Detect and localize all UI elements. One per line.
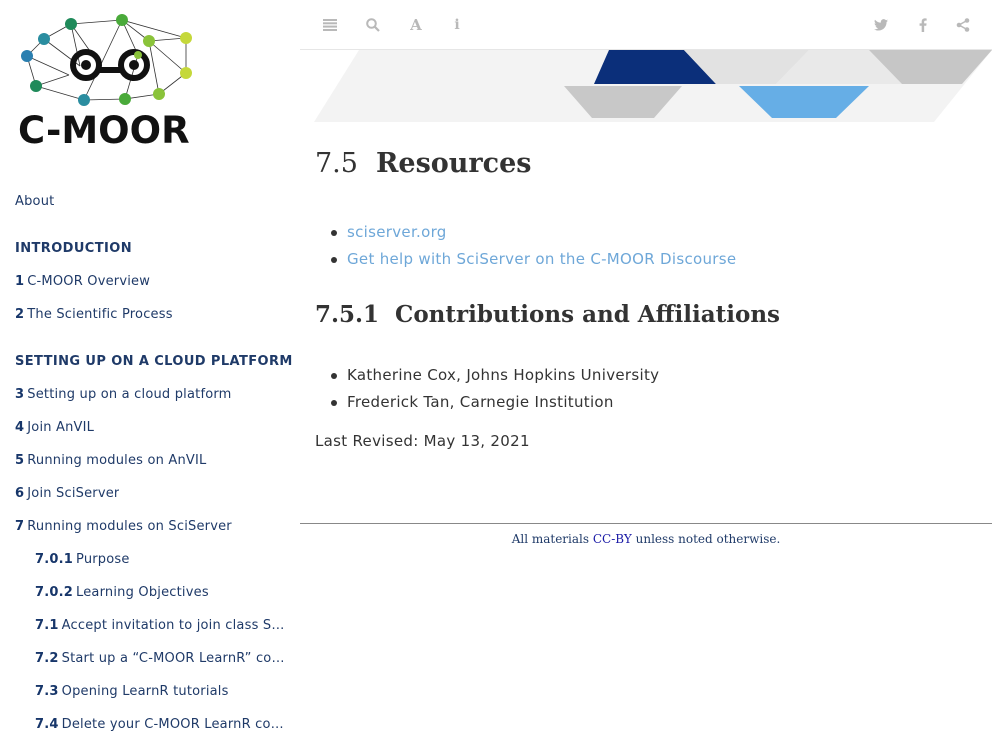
sidebar-item-number: 5 bbox=[15, 453, 25, 468]
sidebar-item-scientific-process[interactable]: 2 The Scientific Process bbox=[15, 307, 173, 322]
sciserver-link[interactable]: sciserver.org bbox=[347, 223, 447, 241]
sidebar-item-join-sciserver[interactable]: 6 Join SciServer bbox=[15, 486, 119, 501]
sidebar-item-setting-up[interactable]: 3 Setting up on a cloud platform bbox=[15, 387, 232, 402]
sidebar-item-label: Running modules on SciServer bbox=[27, 519, 232, 534]
list-icon[interactable] bbox=[320, 15, 340, 35]
resource-links-list: sciserver.org Get help with SciServer on… bbox=[330, 219, 736, 273]
footer: All materials CC-BY unless noted otherwi… bbox=[300, 532, 992, 546]
discourse-help-link[interactable]: Get help with SciServer on the C-MOOR Di… bbox=[347, 250, 736, 268]
sidebar-item-label: Start up a “C-MOOR LearnR” compute conta… bbox=[61, 651, 285, 666]
list-item: Katherine Cox, Johns Hopkins University bbox=[330, 362, 659, 389]
subsection-title: Contributions and Affiliations bbox=[395, 301, 780, 328]
subsection-number: 7.5.1 bbox=[315, 301, 380, 328]
sidebar-item-number: 7.1 bbox=[35, 618, 59, 633]
sidebar-item-number: 7 bbox=[15, 519, 25, 534]
sidebar-header-introduction: INTRODUCTION bbox=[15, 241, 132, 256]
sidebar-subitem-accept-invitation[interactable]: 7.1Accept invitation to join class SciSe… bbox=[35, 618, 285, 633]
twitter-icon[interactable] bbox=[871, 15, 891, 35]
search-icon[interactable] bbox=[363, 15, 383, 35]
sidebar-item-label: Join AnVIL bbox=[27, 420, 95, 435]
section-title: Resources bbox=[375, 148, 532, 179]
sidebar-item-number: 7.3 bbox=[35, 684, 59, 699]
sidebar-item-label: Delete your C-MOOR LearnR compute contai… bbox=[61, 717, 285, 732]
list-item: Frederick Tan, Carnegie Institution bbox=[330, 389, 659, 416]
sidebar-item-join-anvil[interactable]: 4 Join AnVIL bbox=[15, 420, 94, 435]
sidebar-subitem-delete-container[interactable]: 7.4Delete your C-MOOR LearnR compute con… bbox=[35, 717, 285, 732]
sidebar-subitem-learning-objectives[interactable]: 7.0.2 Learning Objectives bbox=[35, 585, 209, 600]
sidebar-subitem-purpose[interactable]: 7.0.1 Purpose bbox=[35, 552, 130, 567]
facebook-icon[interactable] bbox=[913, 15, 933, 35]
sidebar-item-label: Opening LearnR tutorials bbox=[61, 684, 229, 699]
footer-suffix: unless noted otherwise. bbox=[631, 532, 781, 546]
sidebar-item-c-moor-overview[interactable]: 1 C-MOOR Overview bbox=[15, 274, 150, 289]
sidebar-item-label: Learning Objectives bbox=[76, 585, 209, 600]
sidebar-item-label: Running modules on AnVIL bbox=[27, 453, 207, 468]
sidebar-item-label: Setting up on a cloud platform bbox=[27, 387, 232, 402]
sidebar-item-number: 6 bbox=[15, 486, 25, 501]
sidebar-item-number: 3 bbox=[15, 387, 25, 402]
sidebar-item-label: Purpose bbox=[76, 552, 130, 567]
list-item: sciserver.org bbox=[330, 219, 736, 246]
footer-divider bbox=[300, 523, 992, 524]
sidebar-item-number: 1 bbox=[15, 274, 25, 289]
sidebar-subitem-start-container[interactable]: 7.2Start up a “C-MOOR LearnR” compute co… bbox=[35, 651, 285, 666]
sidebar-item-number: 2 bbox=[15, 307, 25, 322]
sidebar-header-setting-up: SETTING UP ON A CLOUD PLATFORM bbox=[15, 354, 293, 369]
sidebar-item-running-anvil[interactable]: 5 Running modules on AnVIL bbox=[15, 453, 207, 468]
footer-prefix: All materials bbox=[511, 532, 593, 546]
sidebar-item-running-sciserver[interactable]: 7 Running modules on SciServer bbox=[15, 519, 232, 534]
sidebar: C-MOOR About INTRODUCTION 1 C-MOOR Overvi… bbox=[0, 0, 300, 744]
sidebar-item-number: 7.4 bbox=[35, 717, 59, 732]
sidebar-item-number: 4 bbox=[15, 420, 25, 435]
sidebar-item-number: 7.0.1 bbox=[35, 552, 74, 567]
svg-text:C-MOOR: C-MOOR bbox=[18, 109, 190, 150]
sidebar-item-label: Accept invitation to join class SciServe… bbox=[61, 618, 285, 633]
sidebar-item-label: Join SciServer bbox=[27, 486, 120, 501]
sidebar-item-label: C-MOOR Overview bbox=[27, 274, 151, 289]
sidebar-item-number: 7.0.2 bbox=[35, 585, 74, 600]
header-banner bbox=[314, 50, 992, 122]
section-heading: 7.5 Resources bbox=[315, 148, 531, 179]
sidebar-item-label: The Scientific Process bbox=[27, 307, 173, 322]
section-number: 7.5 bbox=[315, 148, 358, 179]
license-link[interactable]: CC-BY bbox=[593, 532, 632, 546]
sidebar-subitem-opening-learnr[interactable]: 7.3 Opening LearnR tutorials bbox=[35, 684, 229, 699]
font-icon[interactable]: A bbox=[406, 15, 426, 35]
sidebar-item-number: 7.2 bbox=[35, 651, 59, 666]
contributors-list: Katherine Cox, Johns Hopkins University … bbox=[330, 362, 659, 416]
share-icon[interactable] bbox=[953, 15, 973, 35]
sidebar-item-about[interactable]: About bbox=[15, 194, 54, 209]
last-revised-text: Last Revised: May 13, 2021 bbox=[315, 432, 530, 450]
subsection-heading: 7.5.1 Contributions and Affiliations bbox=[315, 301, 780, 328]
c-moor-logo[interactable]: C-MOOR bbox=[14, 10, 206, 152]
list-item: Get help with SciServer on the C-MOOR Di… bbox=[330, 246, 736, 273]
toolbar: A i bbox=[300, 0, 992, 50]
info-icon[interactable]: i bbox=[447, 15, 467, 35]
